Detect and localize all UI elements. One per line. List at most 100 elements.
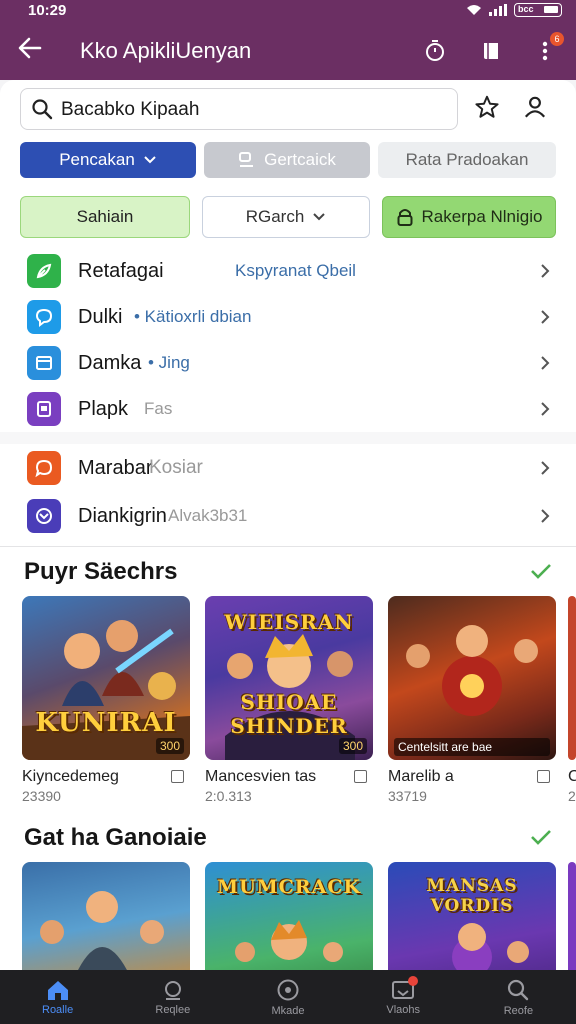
nav-home[interactable]: Roalle <box>0 970 115 1024</box>
game-tag: 300 <box>155 738 184 754</box>
list-item-diankigrin[interactable]: Diankigrin Alvak3b31 <box>0 492 576 540</box>
lock-icon <box>397 209 413 226</box>
chevron-right-icon <box>541 356 550 370</box>
settings-list: Retafagai Kspyranat Qbeil Dulki • Kätiox… <box>0 248 576 547</box>
bottom-navigation: Roalle Reqlee Mkade Vlaohs Reofe <box>0 970 576 1024</box>
list-item-label: Plapk <box>78 397 129 420</box>
game-name-text: Marelib a <box>388 768 454 785</box>
star-icon[interactable] <box>474 94 500 120</box>
filter-dropdown-primary[interactable]: Pencakan <box>20 142 196 178</box>
check-icon[interactable] <box>530 828 552 846</box>
game-name-text: Mancesvien tas <box>205 768 317 785</box>
game-logo-text: MANSAS VORDIS <box>426 876 518 916</box>
game-card-peek[interactable]: C 2 <box>568 596 576 804</box>
status-bar: 10:29 bcc <box>0 0 576 24</box>
list-item-retafagai[interactable]: Retafagai Kspyranat Qbeil <box>0 248 576 294</box>
list-item-sub: Fas <box>144 399 173 418</box>
filter-chip-light[interactable]: Rata Pradoakan <box>378 142 556 178</box>
notification-badge: 6 <box>550 32 564 46</box>
game-logo-text: SHIOAE SHINDER <box>230 690 348 738</box>
game-tag: Centelsitt are bae <box>394 738 550 756</box>
game-count: 33719 <box>388 788 427 804</box>
list-item-label: Dulki <box>78 305 123 328</box>
nav-reqlee[interactable]: Reqlee <box>115 970 230 1024</box>
list-item-sub: Kosiar <box>149 457 203 478</box>
status-icons: bcc <box>466 3 562 17</box>
game-thumbnail[interactable] <box>568 596 576 760</box>
chat-icon <box>164 980 181 1000</box>
list-item-marabar[interactable]: Marabar Kosiar <box>0 444 576 492</box>
game-card[interactable] <box>22 862 190 970</box>
option-chip-right[interactable]: Rakerpa Nlnigio <box>382 196 556 238</box>
list-item-sub: • Kätioxrli dbian <box>134 307 252 326</box>
list-item-dulki[interactable]: Dulki • Kätioxrli dbian <box>0 294 576 340</box>
checkbox[interactable] <box>171 770 184 783</box>
section-divider <box>0 546 576 547</box>
option-chip-left[interactable]: Sahiain <box>20 196 190 238</box>
game-name: Mancesvien tas <box>205 768 373 786</box>
leaf-icon <box>27 254 61 288</box>
hero-art <box>406 625 538 716</box>
nav-mkade[interactable]: Mkade <box>230 970 345 1024</box>
profile-icon[interactable] <box>522 94 548 120</box>
game-count: 23390 <box>22 788 61 804</box>
nav-vlaohs[interactable]: Vlaohs <box>346 970 461 1024</box>
filter-dropdown-primary-label: Pencakan <box>59 150 135 169</box>
game-card-peek[interactable] <box>568 862 576 970</box>
game-thumbnail[interactable]: MANSAS VORDIS <box>388 862 556 970</box>
game-name-text: Kiyncedemeg <box>22 768 119 785</box>
filter-chip-grey[interactable]: Gertcaick <box>204 142 370 178</box>
list-item-label: Retafagai <box>78 259 164 282</box>
nav-badge <box>407 976 418 986</box>
game-thumbnail[interactable]: WIEISRAN SHIOAE SHINDER 300 <box>205 596 373 760</box>
game-card[interactable]: Centelsitt are bae Marelib a 33719 <box>388 596 556 804</box>
game-card[interactable]: MANSAS VORDIS <box>388 862 556 970</box>
game-thumbnail[interactable] <box>568 862 576 970</box>
game-card[interactable]: KUNIRAI 300 Kiyncedemeg 23390 <box>22 596 190 804</box>
list-item-damka[interactable]: Damka • Jing <box>0 340 576 386</box>
game-name: C <box>568 768 576 785</box>
window-icon <box>27 346 61 380</box>
option-chip-right-label: Rakerpa Nlnigio <box>421 207 543 226</box>
game-thumbnail[interactable]: Centelsitt are bae <box>388 596 556 760</box>
game-thumbnail[interactable]: KUNIRAI 300 <box>22 596 190 760</box>
main-content: Bacabko Kipaah Pencakan Gertcaick Rata P… <box>0 80 576 970</box>
chevron-right-icon <box>541 310 550 324</box>
back-arrow-icon[interactable] <box>16 34 44 69</box>
check-icon[interactable] <box>530 562 552 580</box>
chevron-right-icon <box>541 402 550 416</box>
nav-label: Mkade <box>271 1004 305 1017</box>
envelope-icon <box>27 499 61 533</box>
book-icon[interactable] <box>477 36 507 66</box>
list-item-sub: Kspyranat Qbeil <box>235 261 356 280</box>
game-card[interactable]: MUMCRACK <box>205 862 373 970</box>
checkbox[interactable] <box>537 770 550 783</box>
game-logo-text: MUMCRACK <box>217 876 361 898</box>
game-logo-top: WIEISRAN <box>224 610 354 634</box>
game-card[interactable]: WIEISRAN SHIOAE SHINDER 300 Mancesvien t… <box>205 596 373 804</box>
option-dropdown-middle[interactable]: RGarch <box>202 196 370 238</box>
nav-search[interactable]: Reofe <box>461 970 576 1024</box>
app-title: Kko ApikliUenyan <box>80 38 252 63</box>
chat-bubble-icon <box>27 300 61 334</box>
chevron-right-icon <box>541 461 550 475</box>
list-item-plapk[interactable]: Plapk Fas <box>0 386 576 432</box>
chevron-right-icon <box>541 509 550 523</box>
more-menu-icon[interactable]: 6 <box>530 32 564 66</box>
hero-art <box>40 891 164 970</box>
filter-chip-light-label: Rata Pradoakan <box>405 150 529 169</box>
section-title-1: Puyr Säechrs <box>24 558 178 585</box>
game-thumbnail[interactable]: MUMCRACK <box>205 862 373 970</box>
checkbox[interactable] <box>354 770 367 783</box>
option-dropdown-middle-label: RGarch <box>245 207 305 226</box>
chevron-right-icon <box>541 264 550 278</box>
timer-icon[interactable] <box>420 36 450 66</box>
game-tag: 300 <box>338 738 367 754</box>
list-item-label: Damka <box>78 351 142 374</box>
list-separator <box>0 432 576 444</box>
game-thumbnail[interactable] <box>22 862 190 970</box>
document-icon <box>27 392 61 426</box>
search-icon <box>508 979 529 1000</box>
search-input[interactable]: Bacabko Kipaah <box>20 88 458 130</box>
list-item-sub: • Jing <box>148 353 190 372</box>
